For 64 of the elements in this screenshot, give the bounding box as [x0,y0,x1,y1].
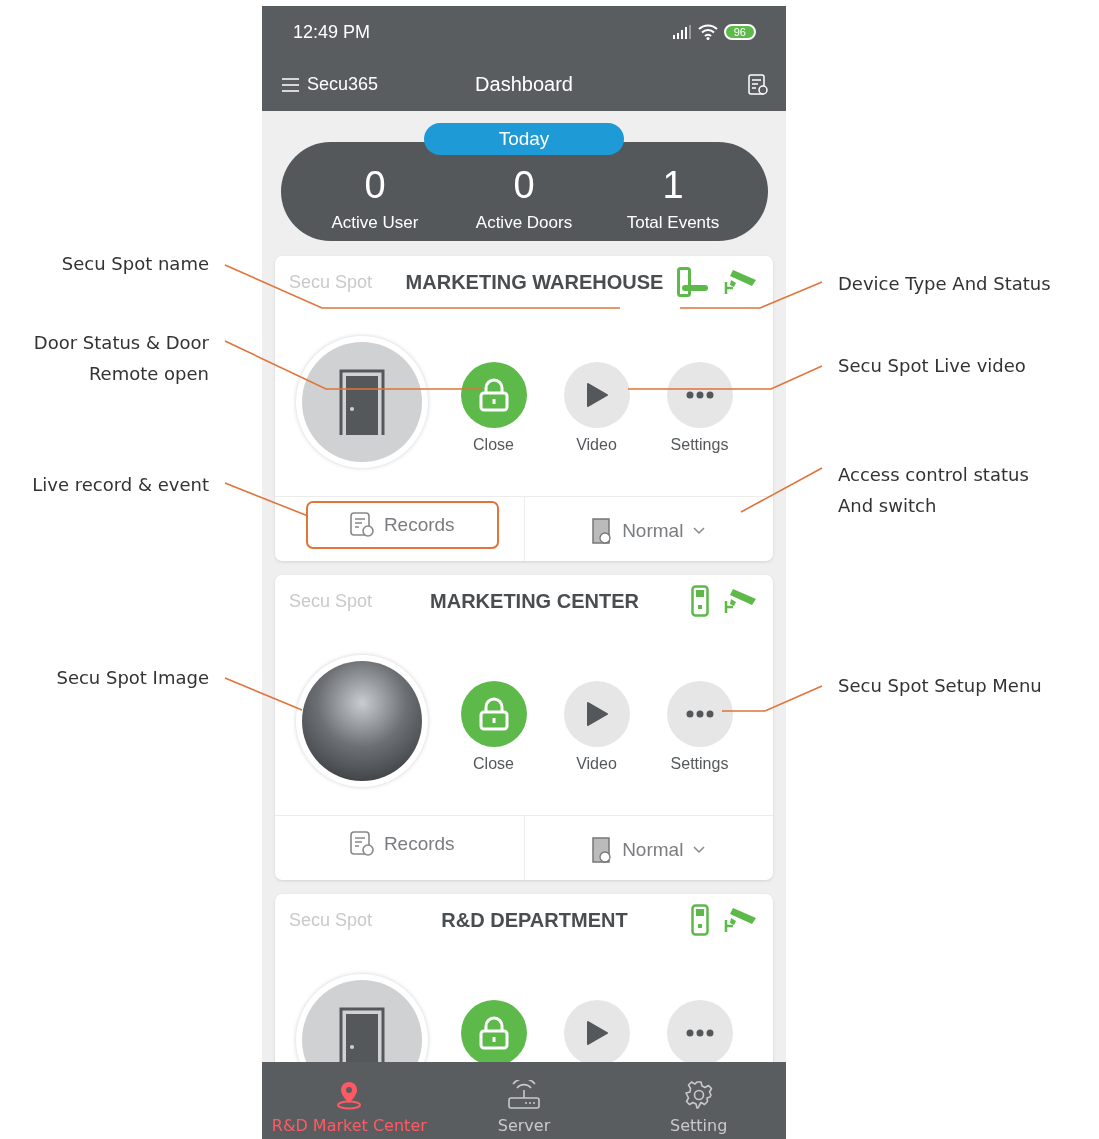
page-title: Dashboard [475,73,573,96]
action-label: Video [576,755,617,774]
period-badge: Today [424,123,624,155]
callout-label: Door Status & Door Remote open [33,331,209,386]
records-button[interactable]: Records [305,820,499,868]
stat-label: Total Events [626,213,720,233]
action-label: Settings [670,755,729,774]
stat-value: 1 [662,164,684,207]
camera-icon [723,268,757,296]
play-icon [585,382,608,408]
menu-icon[interactable] [282,77,299,92]
records-icon [349,512,374,538]
door-lock-icon [677,267,709,297]
stat-value: 0 [513,164,535,207]
action-label: Close [473,755,514,774]
records-icon[interactable] [748,73,768,96]
camera-icon [723,587,757,615]
location-pin-icon [336,1080,363,1110]
more-icon [685,391,714,399]
door-status-icon [592,837,613,863]
more-icon [685,1029,714,1037]
records-icon [349,831,374,857]
callout-label: Secu Spot Image [56,666,209,690]
caret-icon [693,846,706,854]
callout-label: Secu Spot Setup Menu [838,674,1042,698]
wifi-icon [697,24,718,40]
nav-tab[interactable]: Setting [611,1062,786,1139]
more-icon [685,710,714,718]
padlock-icon [478,378,509,412]
action-label: Close [473,436,514,455]
nav-tab[interactable]: Server [436,1062,612,1139]
spot-name: MARKETING CENTER [429,589,640,613]
callout-label: Access control status And switch [838,463,1029,518]
mode-dropdown[interactable]: Normal [590,835,708,865]
camera-icon [723,906,757,934]
action-label: Settings [670,436,729,455]
stat-label: Active User [331,213,419,233]
play-icon [585,1020,608,1046]
spot-name: R&D DEPARTMENT [440,908,629,932]
signal-icon [671,25,692,39]
nav-tab[interactable]: R&D Market Center [262,1062,437,1139]
stat-label: Active Doors [475,213,573,233]
callout-label: Live record & event [32,473,209,497]
door-status-icon [592,518,613,544]
action-label: Video [576,436,617,455]
app-name: Secu365 [307,74,379,95]
padlock-icon [478,1016,509,1050]
battery-indicator: 96 [723,24,756,40]
callout-label: Device Type And Status [838,272,1051,296]
callout-label: Secu Spot name [61,252,209,276]
callout-label: Secu Spot Live video [838,354,1026,378]
status-time: 12:49 PM [293,21,371,43]
play-icon [585,701,608,727]
stat-value: 0 [364,164,386,207]
settings-icon [683,1080,714,1110]
spot-name: MARKETING WAREHOUSE [404,270,665,294]
card-reader-icon [691,904,709,936]
records-button[interactable]: Records [305,501,499,549]
caret-icon [693,527,706,535]
door-icon [339,369,385,435]
mode-dropdown[interactable]: Normal [590,516,708,546]
padlock-icon [478,697,509,731]
card-reader-icon [691,585,709,617]
router-icon [507,1080,541,1110]
